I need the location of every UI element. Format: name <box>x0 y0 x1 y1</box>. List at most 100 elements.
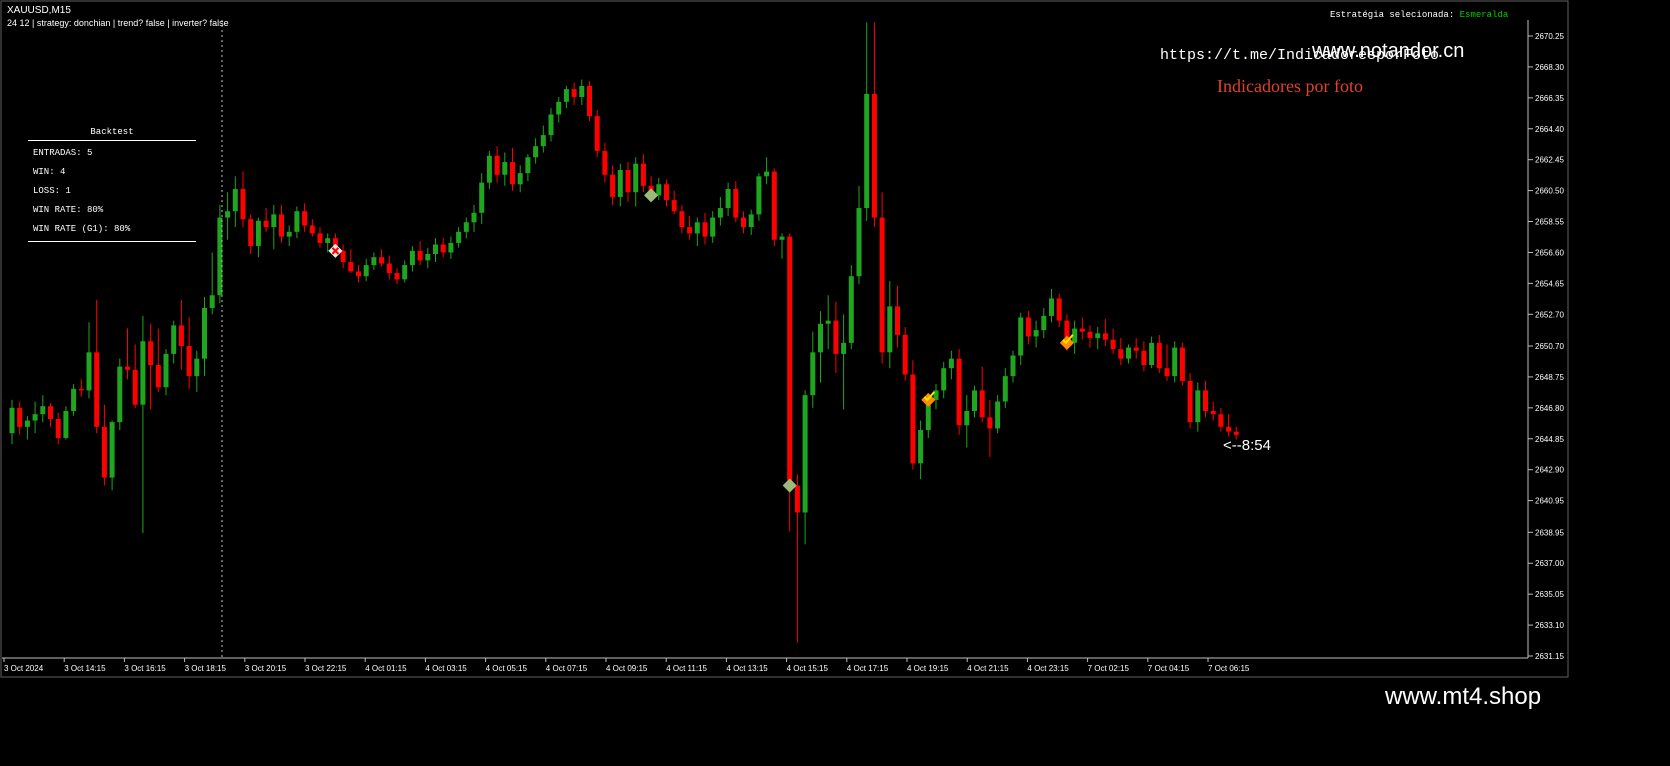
candle[interactable] <box>194 350 200 392</box>
candle[interactable] <box>871 22 877 228</box>
candle[interactable] <box>17 401 23 435</box>
signal-marker[interactable] <box>921 391 936 407</box>
candle[interactable] <box>1095 326 1101 350</box>
signal-marker[interactable] <box>1059 334 1074 350</box>
plot-area[interactable] <box>9 22 1239 643</box>
candle[interactable] <box>479 173 485 224</box>
candle[interactable] <box>63 406 69 440</box>
candle[interactable] <box>1156 334 1162 373</box>
candle[interactable] <box>764 157 770 185</box>
candle[interactable] <box>918 420 924 480</box>
candle[interactable] <box>956 349 962 435</box>
candle[interactable] <box>271 204 277 250</box>
candle[interactable] <box>155 328 161 392</box>
candle[interactable] <box>356 265 361 283</box>
candle[interactable] <box>471 204 477 232</box>
candle[interactable] <box>1033 320 1039 348</box>
candle[interactable] <box>71 384 77 416</box>
candle[interactable] <box>1164 344 1170 381</box>
candle[interactable] <box>178 300 184 370</box>
candle[interactable] <box>563 85 569 109</box>
candle[interactable] <box>94 300 100 434</box>
candle[interactable] <box>656 177 662 201</box>
candle[interactable] <box>633 157 639 207</box>
candle[interactable] <box>386 255 392 280</box>
signal-marker[interactable] <box>328 243 343 258</box>
candle[interactable] <box>1187 372 1193 429</box>
candle[interactable] <box>517 165 523 193</box>
candle[interactable] <box>841 314 847 410</box>
candle[interactable] <box>202 296 207 377</box>
candle[interactable] <box>771 168 777 247</box>
candle[interactable] <box>448 236 454 259</box>
candle[interactable] <box>818 311 823 383</box>
candle[interactable] <box>232 176 238 228</box>
candle[interactable] <box>148 323 154 410</box>
candle[interactable] <box>279 204 284 243</box>
candle[interactable] <box>702 212 708 245</box>
candle[interactable] <box>671 190 677 215</box>
candle[interactable] <box>402 260 408 283</box>
candle[interactable] <box>987 399 993 457</box>
candle[interactable] <box>741 211 746 234</box>
candle[interactable] <box>263 208 269 232</box>
candle[interactable] <box>286 225 292 247</box>
candle[interactable] <box>972 385 977 418</box>
candle[interactable] <box>1133 338 1139 359</box>
candle[interactable] <box>1126 344 1131 364</box>
candle[interactable] <box>363 258 369 281</box>
candle[interactable] <box>664 179 669 207</box>
candle[interactable] <box>1218 407 1224 432</box>
candle[interactable] <box>540 125 546 153</box>
candle[interactable] <box>995 395 1001 434</box>
candle[interactable] <box>748 209 754 236</box>
candle[interactable] <box>240 171 246 228</box>
candle[interactable] <box>794 474 800 643</box>
candle[interactable] <box>710 211 716 243</box>
candle[interactable] <box>317 227 323 248</box>
candle[interactable] <box>602 143 608 183</box>
candle[interactable] <box>910 360 916 470</box>
candle[interactable] <box>802 390 808 545</box>
candle[interactable] <box>379 249 385 267</box>
candle[interactable] <box>425 247 431 269</box>
candle[interactable] <box>1079 317 1085 340</box>
candle[interactable] <box>248 214 254 255</box>
candle[interactable] <box>186 317 192 389</box>
candle[interactable] <box>1056 293 1062 327</box>
candle[interactable] <box>979 366 985 423</box>
candle[interactable] <box>902 326 908 381</box>
candle[interactable] <box>55 412 61 445</box>
candle[interactable] <box>533 138 539 164</box>
candle[interactable] <box>525 154 531 182</box>
candle[interactable] <box>502 152 508 186</box>
candle[interactable] <box>117 358 123 431</box>
candle[interactable] <box>294 206 300 239</box>
candle[interactable] <box>856 185 862 285</box>
candle[interactable] <box>456 227 462 248</box>
candle[interactable] <box>1226 414 1232 437</box>
candle[interactable] <box>171 320 177 364</box>
candle[interactable] <box>1041 307 1047 339</box>
candle[interactable] <box>302 203 308 232</box>
candle[interactable] <box>463 217 469 239</box>
candle[interactable] <box>371 252 377 270</box>
candle[interactable] <box>325 233 331 253</box>
candle[interactable] <box>140 315 146 534</box>
candle[interactable] <box>810 331 816 408</box>
candle[interactable] <box>417 241 423 266</box>
candle[interactable] <box>848 265 854 350</box>
candle[interactable] <box>217 204 223 304</box>
candle[interactable] <box>309 219 315 237</box>
candle[interactable] <box>163 349 169 396</box>
candle[interactable] <box>964 395 970 448</box>
candle[interactable] <box>78 379 84 397</box>
candle[interactable] <box>948 350 954 380</box>
candle[interactable] <box>1179 342 1185 386</box>
candle[interactable] <box>725 182 731 216</box>
candle[interactable] <box>733 181 739 223</box>
candle[interactable] <box>109 420 115 491</box>
candle[interactable] <box>579 79 585 105</box>
candle[interactable] <box>1118 338 1124 366</box>
candle[interactable] <box>895 285 900 348</box>
